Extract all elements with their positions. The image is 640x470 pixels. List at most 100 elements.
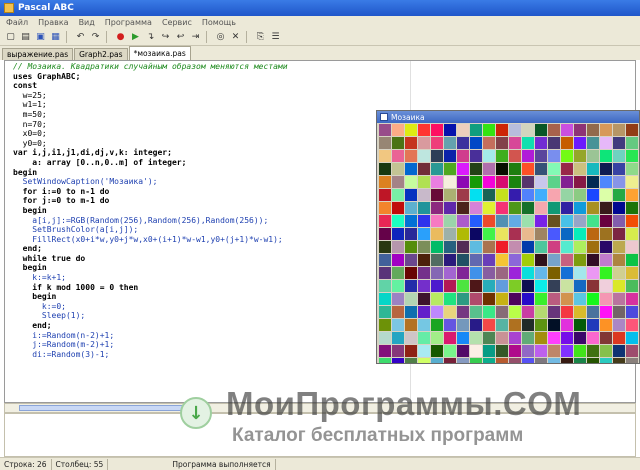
new-icon[interactable]: ▢	[4, 31, 17, 44]
mosaic-tile	[535, 176, 547, 188]
mosaic-tile	[522, 202, 534, 214]
mosaic-tile	[444, 306, 456, 318]
stop-icon[interactable]: ●	[114, 31, 127, 44]
run-icon[interactable]: ▶	[129, 31, 142, 44]
mosaic-tile	[587, 189, 599, 201]
mosaic-tile	[600, 189, 612, 201]
mosaic-tile	[418, 345, 430, 357]
mosaic-tile	[548, 163, 560, 175]
mosaic-tile	[470, 189, 482, 201]
watch-icon[interactable]: ◎	[214, 31, 227, 44]
mosaic-tile	[496, 280, 508, 292]
mosaic-tile	[496, 319, 508, 331]
mosaic-window[interactable]: Мозаика	[376, 110, 640, 364]
mosaic-tile	[626, 345, 638, 357]
mosaic-tile	[392, 124, 404, 136]
mosaic-tile	[457, 137, 469, 149]
mosaic-tile	[600, 202, 612, 214]
mosaic-tile	[535, 332, 547, 344]
mosaic-tile	[431, 280, 443, 292]
mosaic-tile	[626, 163, 638, 175]
mosaic-tile	[457, 241, 469, 253]
status-line: Строка: 26	[0, 458, 52, 470]
mosaic-tile	[548, 189, 560, 201]
mosaic-tile	[600, 241, 612, 253]
mosaic-tile	[496, 163, 508, 175]
scrollbar-thumb[interactable]	[19, 405, 199, 411]
save-icon[interactable]: ▣	[34, 31, 47, 44]
mosaic-tile	[483, 332, 495, 344]
mosaic-tile	[392, 332, 404, 344]
mosaic-tile	[457, 254, 469, 266]
code-line: for j:=0 to m-1 do	[13, 196, 110, 206]
mosaic-tile	[561, 267, 573, 279]
mosaic-tile	[548, 293, 560, 305]
mosaic-window-titlebar[interactable]: Мозаика	[377, 111, 639, 123]
format-icon[interactable]: ☰	[269, 31, 282, 44]
menu-tools[interactable]: Сервис	[162, 18, 192, 27]
mosaic-tile	[587, 176, 599, 188]
mosaic-tile	[444, 124, 456, 136]
mosaic-tile	[483, 163, 495, 175]
menu-program[interactable]: Программа	[105, 18, 152, 27]
mosaic-tile	[418, 306, 430, 318]
mosaic-tile	[405, 163, 417, 175]
mosaic-tile	[535, 202, 547, 214]
menu-edit[interactable]: Правка	[38, 18, 68, 27]
mosaic-tile	[587, 241, 599, 253]
mosaic-tile	[574, 280, 586, 292]
mosaic-tile	[470, 202, 482, 214]
mosaic-tile	[444, 163, 456, 175]
toolbar-separator	[106, 31, 110, 43]
menu-view[interactable]: Вид	[79, 18, 95, 27]
mosaic-tile	[626, 150, 638, 162]
mosaic-tile	[600, 124, 612, 136]
mosaic-tile	[600, 319, 612, 331]
mosaic-tile	[379, 150, 391, 162]
mosaic-tile	[496, 267, 508, 279]
mosaic-tile	[431, 241, 443, 253]
mosaic-tile	[483, 150, 495, 162]
tab-vyrazhenie[interactable]: выражение.pas	[2, 48, 74, 60]
mosaic-tile	[522, 319, 534, 331]
code-line: SetBrushColor(a[i,j]);	[13, 225, 139, 235]
mosaic-tile	[613, 228, 625, 240]
step-out-icon[interactable]: ↩	[174, 31, 187, 44]
code-line: w=25;	[13, 90, 47, 100]
run-to-cursor-icon[interactable]: ⇥	[189, 31, 202, 44]
tab-graph2[interactable]: Graph2.pas	[74, 48, 128, 60]
mosaic-tile	[431, 319, 443, 331]
open-icon[interactable]: ▤	[19, 31, 32, 44]
mosaic-tile	[600, 228, 612, 240]
mosaic-tile	[444, 293, 456, 305]
mosaic-tile	[574, 306, 586, 318]
mosaic-tile	[574, 150, 586, 162]
breakpoint-icon[interactable]: ✕	[229, 31, 242, 44]
save-all-icon[interactable]: ▦	[49, 31, 62, 44]
step-over-icon[interactable]: ↪	[159, 31, 172, 44]
step-into-icon[interactable]: ↴	[144, 31, 157, 44]
mosaic-tile	[522, 215, 534, 227]
mosaic-tile	[483, 137, 495, 149]
download-arrow-icon: ↓	[180, 397, 212, 429]
tab-mozaika[interactable]: *мозаика.pas	[128, 46, 191, 60]
mosaic-tile	[626, 254, 638, 266]
code-line: SetWindowCaption('Мозаика');	[13, 177, 158, 187]
undo-icon[interactable]: ↶	[74, 31, 87, 44]
mosaic-tile	[600, 254, 612, 266]
mosaic-canvas	[379, 124, 638, 363]
mosaic-tile	[418, 137, 430, 149]
code-line: x0=0;	[13, 129, 47, 139]
menu-bar: Файл Правка Вид Программа Сервис Помощь	[0, 16, 640, 29]
mosaic-tile	[470, 332, 482, 344]
copy-icon[interactable]: ⎘	[254, 31, 267, 44]
mosaic-tile	[418, 241, 430, 253]
menu-file[interactable]: Файл	[6, 18, 28, 27]
mosaic-tile	[613, 202, 625, 214]
redo-icon[interactable]: ↷	[89, 31, 102, 44]
menu-help[interactable]: Помощь	[202, 18, 236, 27]
mosaic-tile	[561, 293, 573, 305]
mosaic-tile	[470, 228, 482, 240]
mosaic-tile	[600, 306, 612, 318]
mosaic-tile	[444, 202, 456, 214]
